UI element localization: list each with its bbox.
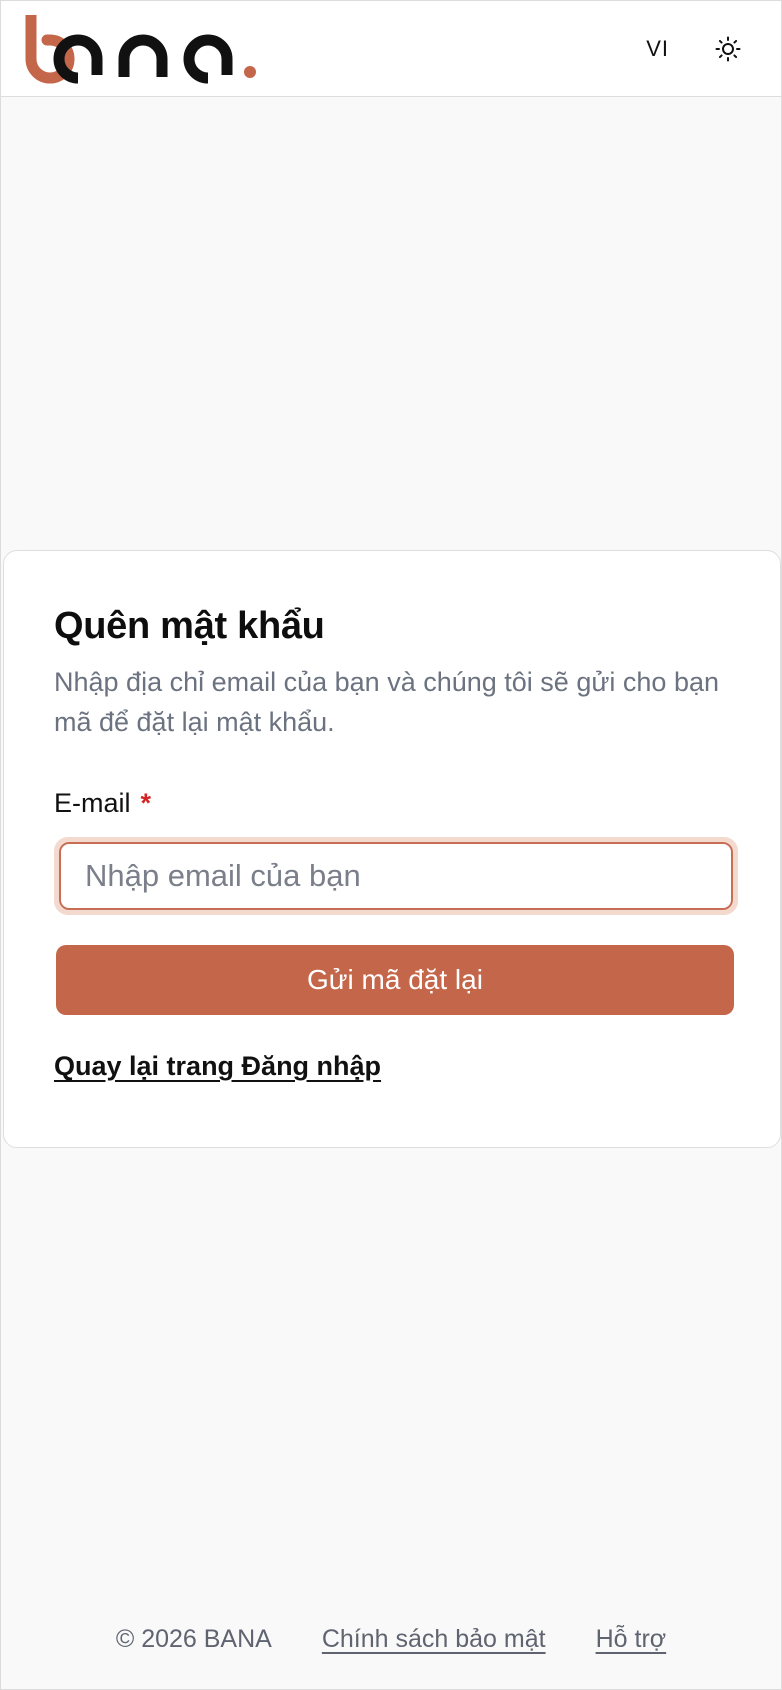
forgot-password-card: Quên mật khẩu Nhập địa chỉ email của bạn… [3, 550, 781, 1148]
sun-icon [715, 36, 741, 61]
bana-logo-mark [25, 14, 256, 83]
email-label-row: E-mail * [54, 788, 730, 819]
send-reset-code-button[interactable]: Gửi mã đặt lại [56, 945, 734, 1015]
language-switcher[interactable]: VI [646, 36, 669, 62]
email-label: E-mail [54, 788, 131, 818]
email-input[interactable] [59, 842, 733, 910]
header-actions: VI [646, 34, 757, 64]
instructions-text: Nhập địa chỉ email của bạn và chúng tôi … [54, 667, 719, 737]
theme-toggle-button[interactable] [713, 34, 743, 64]
back-to-login-link[interactable]: Quay lại trang Đăng nhập [54, 1051, 381, 1082]
email-input-focus-ring [54, 837, 738, 915]
privacy-policy-link[interactable]: Chính sách bảo mật [322, 1625, 546, 1654]
page-title: Quên mật khẩu [54, 605, 325, 647]
copyright-text: © 2026 BANA [115, 1625, 272, 1653]
support-link[interactable]: Hỗ trợ [596, 1625, 667, 1654]
page: VI Quên mật khẩu Nhập địa chỉ email của … [0, 0, 782, 1690]
top-header: VI [1, 1, 781, 97]
required-indicator: * [140, 788, 152, 818]
footer: © 2026 BANA Chính sách bảo mật Hỗ trợ [1, 1625, 781, 1654]
bana-logo[interactable] [25, 1, 265, 97]
